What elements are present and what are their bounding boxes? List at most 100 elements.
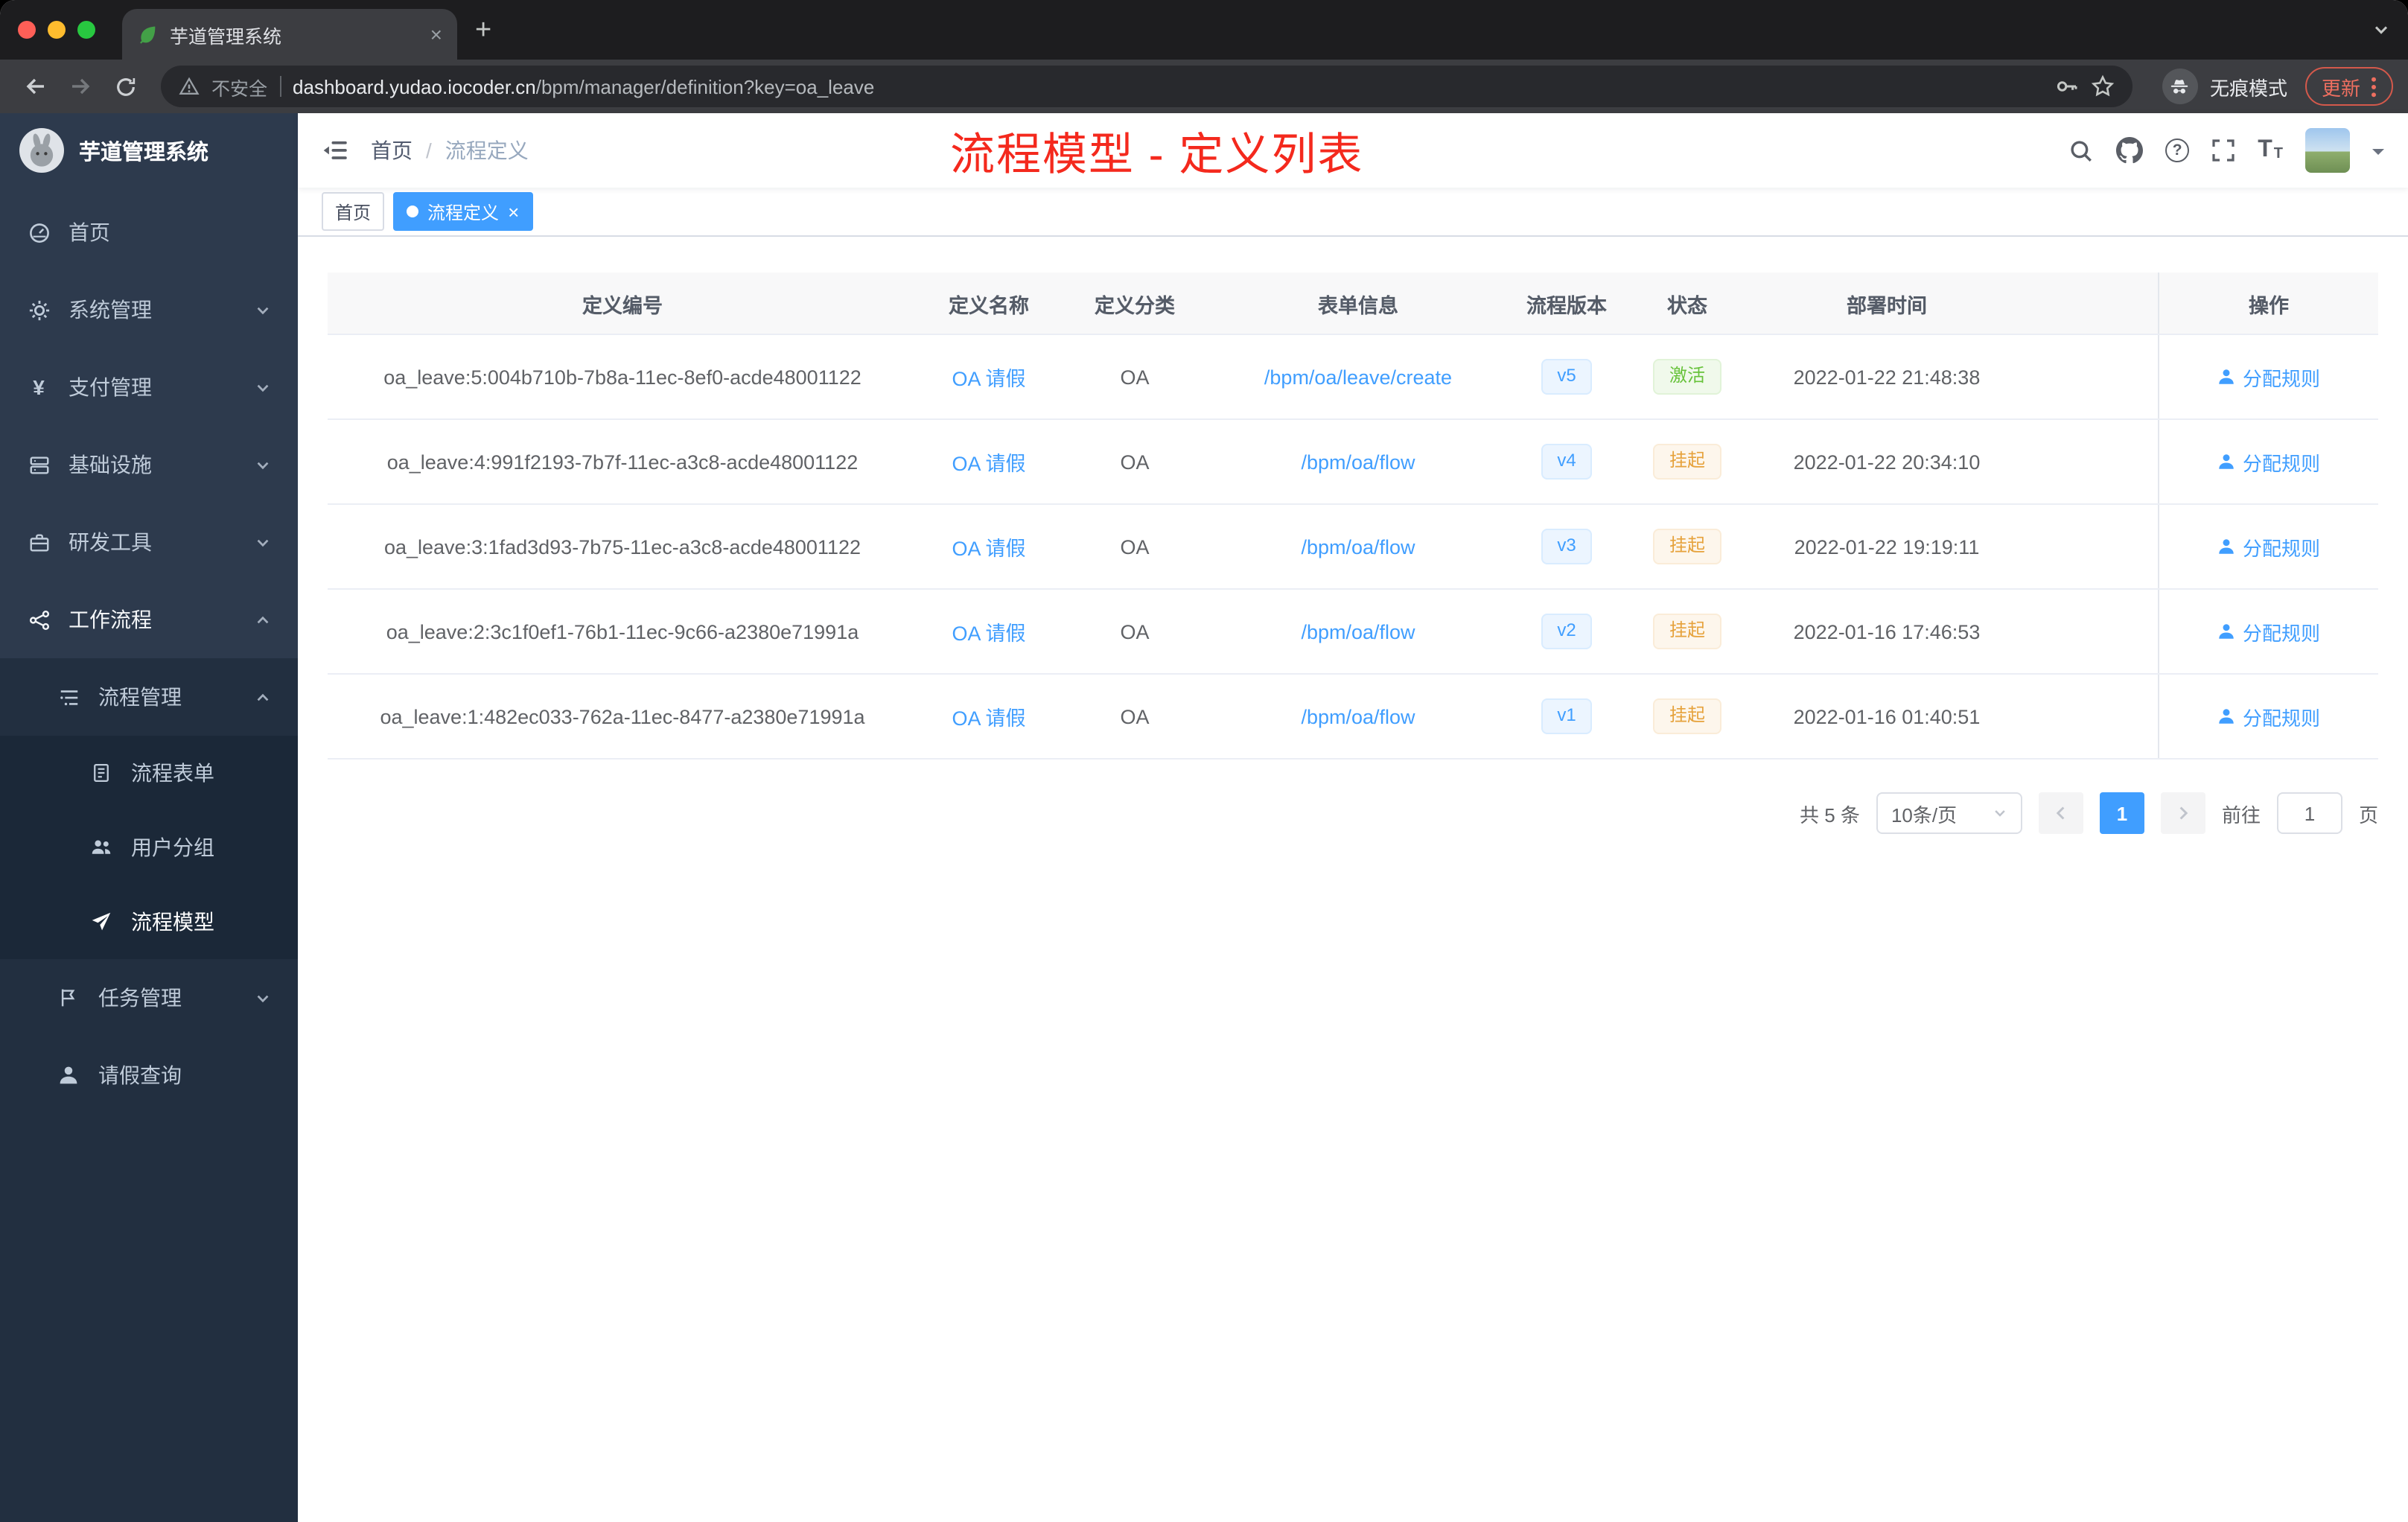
url-text[interactable]: dashboard.yudao.iocoder.cn/bpm/manager/d… [293,75,2043,98]
assign-rule-link[interactable]: 分配规则 [2217,532,2320,561]
goto-page-input[interactable] [2276,792,2342,834]
logo-rabbit-avatar [19,128,64,173]
flag-icon [57,987,80,1008]
sidebar-item-leave-query[interactable]: 请假查询 [0,1037,298,1114]
person-icon [57,1065,80,1086]
sidebar-item-process-model[interactable]: 流程模型 [0,885,298,959]
definition-table: 定义编号 定义名称 定义分类 表单信息 流程版本 状态 部署时间 操作 oa_l… [328,273,2378,760]
page-number-button[interactable]: 1 [2099,792,2144,834]
form-info-link[interactable]: /bpm/oa/flow [1301,535,1415,558]
browser-toolbar: 不安全 dashboard.yudao.iocoder.cn/bpm/manag… [0,60,2408,113]
deploy-time-cell: 2022-01-22 19:19:11 [1794,535,1980,558]
assign-rule-link[interactable]: 分配规则 [2217,617,2320,646]
version-badge: v2 [1541,614,1593,649]
app-shell: 芋道管理系统 首页 系统管理 ¥ 支付管理 基础设施 研发工具 工作流程 流程管… [0,113,2408,1522]
github-icon[interactable] [2116,137,2144,164]
browser-tab[interactable]: 芋道管理系统 × [122,9,457,60]
version-badge: v4 [1541,444,1593,480]
deploy-time-cell: 2022-01-16 01:40:51 [1793,705,1981,727]
star-icon[interactable] [2091,74,2115,98]
tag-label: 首页 [335,202,372,223]
tag-home[interactable]: 首页 [322,192,385,231]
next-page-button[interactable] [2160,792,2205,834]
back-icon[interactable] [15,66,57,107]
sidebar-item-process-form[interactable]: 流程表单 [0,736,298,810]
total-count-label: 共 5 条 [1800,803,1860,826]
forward-icon[interactable] [60,66,101,107]
window-controls [18,21,95,39]
dashboard-icon [27,221,51,243]
definition-name-link[interactable]: OA 请假 [952,623,1025,645]
user-icon [2219,539,2234,554]
key-icon[interactable] [2055,74,2079,98]
definition-name-link[interactable]: OA 请假 [952,707,1025,730]
sidebar-item-devtools[interactable]: 研发工具 [0,503,298,581]
list-tree-icon [57,686,80,708]
col-actions: 操作 [2158,273,2378,334]
sidebar-item-user-group[interactable]: 用户分组 [0,810,298,885]
sidebar-item-label: 首页 [69,220,110,244]
form-info-link[interactable]: /bpm/oa/flow [1301,620,1415,643]
sidebar-item-workflow[interactable]: 工作流程 [0,581,298,658]
definition-name-link[interactable]: OA 请假 [952,538,1025,560]
kebab-menu-icon[interactable] [2371,75,2377,98]
assign-rule-link[interactable]: 分配规则 [2217,448,2320,476]
maximize-window-button[interactable] [77,21,95,39]
tag-label: 流程定义 [427,202,500,223]
sidebar-item-system[interactable]: 系统管理 [0,271,298,348]
form-info-link[interactable]: /bpm/oa/leave/create [1264,366,1452,388]
font-size-icon[interactable]: TT [2258,138,2283,162]
sidebar-item-process-mgmt[interactable]: 流程管理 [0,658,298,736]
table-row: oa_leave:1:482ec033-762a-11ec-8477-a2380… [328,675,2378,760]
new-tab-button[interactable]: + [475,16,491,44]
version-badge: v5 [1541,359,1593,395]
assign-rule-link[interactable]: 分配规则 [2217,702,2320,730]
incognito-label: 无痕模式 [2209,77,2287,99]
definition-name-link[interactable]: OA 请假 [952,368,1025,390]
minimize-window-button[interactable] [48,21,66,39]
tag-process-definition[interactable]: 流程定义 × [393,192,533,231]
page-size-select[interactable]: 10条/页 [1876,792,2022,834]
definition-category-cell: OA [1120,535,1150,558]
sidebar-item-payment[interactable]: ¥ 支付管理 [0,348,298,426]
tab-close-icon[interactable]: × [430,24,442,45]
deploy-time-cell: 2022-01-22 20:34:10 [1793,450,1981,473]
caret-down-icon[interactable] [2372,149,2384,161]
main-area: 首页 / 流程定义 流程模型 - 定义列表 ? TT 首页 流程定义 × 定义编… [298,113,2408,1522]
chevron-up-icon [255,689,271,705]
col-definition-name: 定义名称 [949,294,1029,316]
search-icon[interactable] [2068,138,2094,163]
browser-window: 芋道管理系统 × + 不安全 dashboard.yudao.iocoder.c… [0,0,2408,1522]
prev-page-button[interactable] [2038,792,2083,834]
tab-favicon-leaf-icon [137,24,158,45]
help-icon[interactable]: ? [2165,138,2190,162]
definition-category-cell: OA [1120,366,1150,388]
sidebar-item-label: 请假查询 [98,1063,182,1087]
user-avatar[interactable] [2305,128,2350,173]
breadcrumb-home[interactable]: 首页 [371,136,413,165]
hamburger-icon[interactable] [322,137,348,164]
breadcrumb-separator: / [426,138,432,162]
sidebar-item-infrastructure[interactable]: 基础设施 [0,426,298,503]
app-logo[interactable]: 芋道管理系统 [0,113,298,188]
security-label[interactable]: 不安全 [211,72,267,101]
close-window-button[interactable] [18,21,36,39]
definition-name-link[interactable]: OA 请假 [952,453,1025,475]
chevron-up-icon [255,611,271,628]
form-info-link[interactable]: /bpm/oa/flow [1301,705,1415,727]
deploy-time-cell: 2022-01-22 21:48:38 [1793,366,1981,388]
table-row: oa_leave:5:004b710b-7b8a-11ec-8ef0-acde4… [328,335,2378,420]
tag-close-icon[interactable]: × [508,202,519,221]
tab-search-chevron-icon[interactable] [2372,21,2390,39]
document-icon [89,762,113,783]
assign-rule-link[interactable]: 分配规则 [2217,363,2320,391]
reload-icon[interactable] [104,66,146,107]
sidebar-item-home[interactable]: 首页 [0,194,298,271]
col-process-version: 流程版本 [1526,294,1607,316]
sidebar-item-task-mgmt[interactable]: 任务管理 [0,959,298,1037]
breadcrumb: 首页 / 流程定义 [371,136,529,165]
fullscreen-icon[interactable] [2211,138,2235,162]
form-info-link[interactable]: /bpm/oa/flow [1301,450,1415,473]
update-button[interactable]: 更新 [2305,67,2393,106]
address-bar[interactable]: 不安全 dashboard.yudao.iocoder.cn/bpm/manag… [161,66,2133,107]
